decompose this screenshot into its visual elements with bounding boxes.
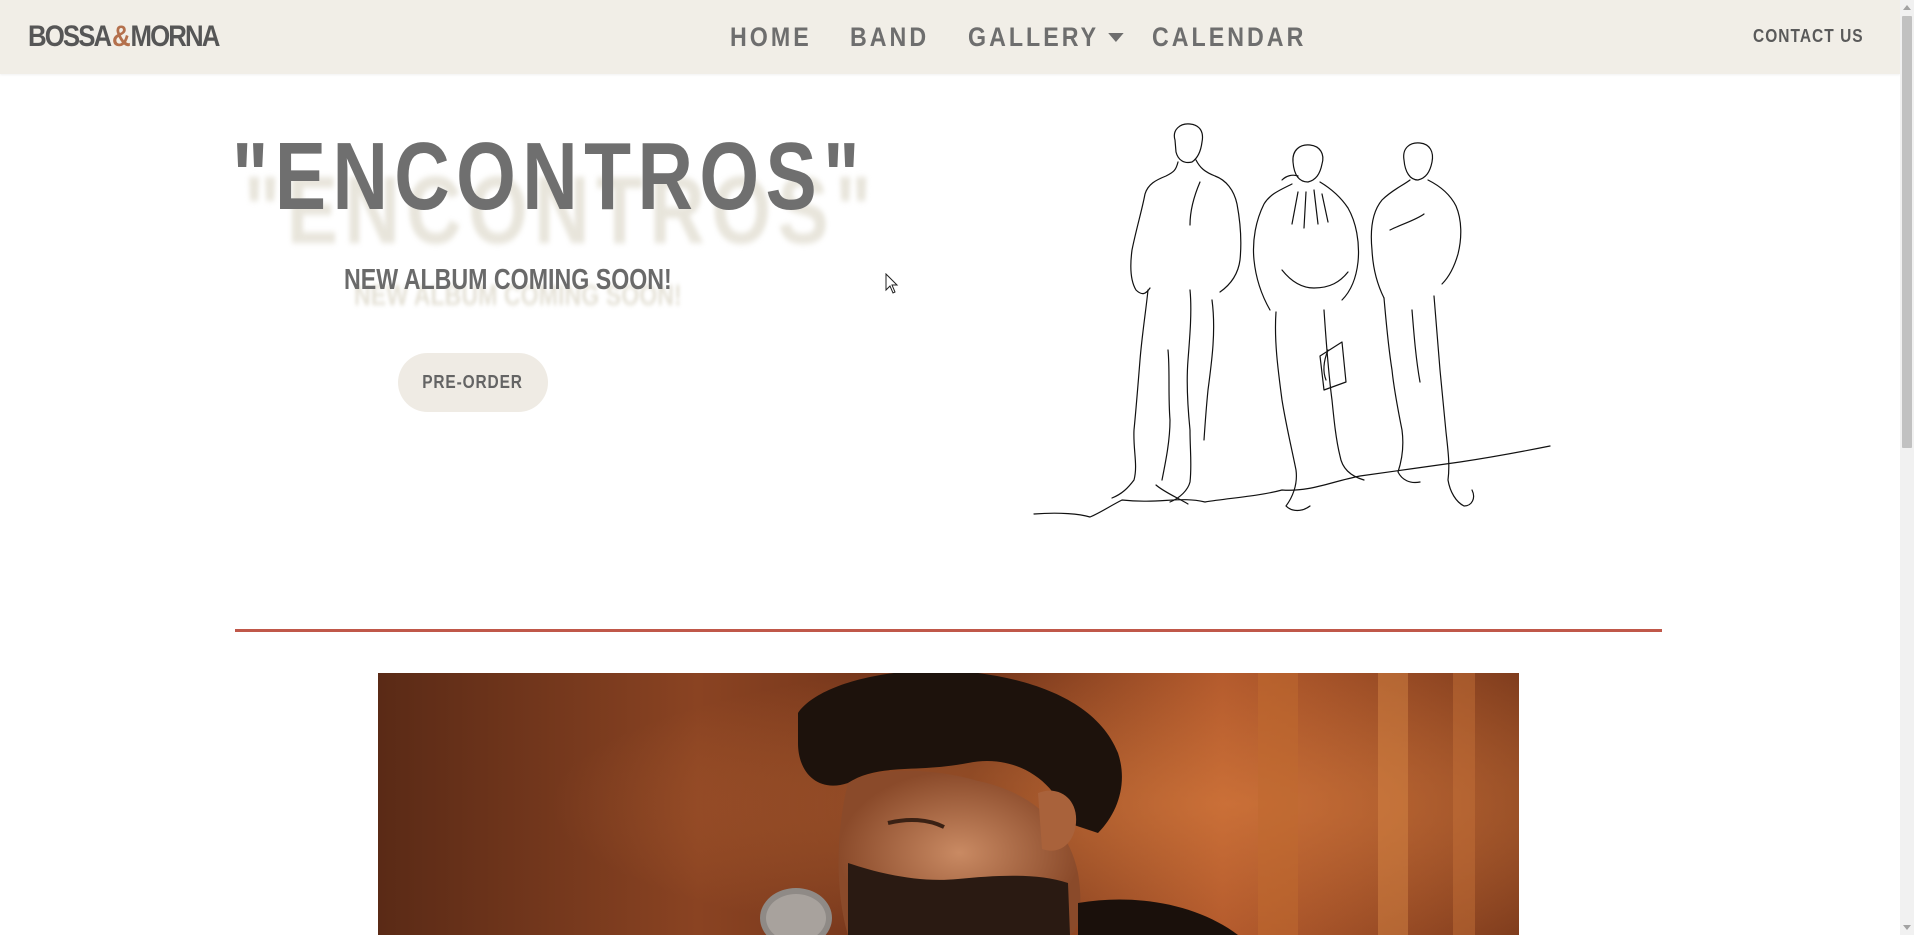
scrollbar-thumb[interactable] <box>1902 16 1912 448</box>
scroll-down-arrow-icon[interactable] <box>1903 925 1911 930</box>
singer-photo <box>378 673 1519 935</box>
scroll-up-arrow-icon[interactable] <box>1903 5 1911 10</box>
brand-name-part1: BOSSA <box>28 20 112 53</box>
section-divider <box>235 629 1662 632</box>
band-line-art-illustration <box>1033 123 1551 518</box>
nav-item-band[interactable]: BAND <box>850 22 929 53</box>
contact-us-link[interactable]: CONTACT US <box>1753 26 1864 47</box>
hero-subtitle-text: NEW ALBUM COMING SOON! <box>344 264 672 296</box>
navbar: BOSSA&MORNA HOME BAND GALLERY CALENDAR C… <box>0 0 1900 74</box>
brand-ampersand: & <box>112 20 131 53</box>
brand-name-part2: MORNA <box>130 20 220 53</box>
hero-title-text: "ENCONTROS" <box>232 123 866 230</box>
preorder-button[interactable]: PRE-ORDER <box>398 353 548 412</box>
nav-item-gallery-label: GALLERY <box>968 21 1100 52</box>
nav-item-calendar[interactable]: CALENDAR <box>1152 22 1306 53</box>
mouse-pointer-icon <box>885 273 899 294</box>
hero-title: "ENCONTROS" "ENCONTROS" <box>232 122 872 264</box>
vertical-scrollbar[interactable] <box>1900 0 1914 935</box>
caret-down-icon <box>1107 32 1124 42</box>
nav-item-gallery[interactable]: GALLERY <box>968 21 1124 53</box>
brand-logo[interactable]: BOSSA&MORNA <box>28 18 220 56</box>
hero-subtitle: NEW ALBUM COMING SOON! NEW ALBUM COMING … <box>344 262 682 322</box>
nav-item-home[interactable]: HOME <box>730 22 812 53</box>
preorder-button-label: PRE-ORDER <box>422 372 524 392</box>
singer-photo-illustration <box>378 673 1519 935</box>
